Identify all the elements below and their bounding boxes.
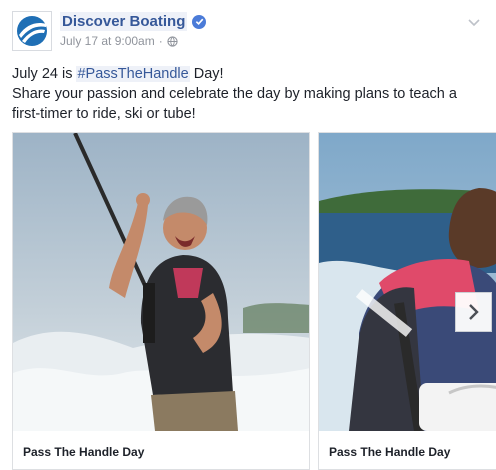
- post-message-line1: July 24 is #PassTheHandle Day!: [12, 64, 486, 84]
- meta-separator: ·: [158, 34, 163, 48]
- post-message: July 24 is #PassTheHandle Day! Share you…: [12, 64, 486, 124]
- image-carousel: Pass The Handle Day Pass The Handle Day: [12, 132, 496, 470]
- post-timestamp[interactable]: July 17 at 9:00am: [60, 34, 155, 48]
- chevron-right-icon: [468, 304, 479, 320]
- post-message-line2: Share your passion and celebrate the day…: [12, 86, 457, 122]
- post-options-chevron-down-icon[interactable]: [468, 14, 480, 32]
- globe-icon: [167, 35, 178, 47]
- message-suffix: Day!: [189, 66, 224, 82]
- facebook-post: Discover Boating July 17 at 9:00am · Jul…: [0, 0, 496, 470]
- verified-badge-icon: [192, 14, 207, 29]
- card-title[interactable]: Pass The Handle Day: [329, 445, 450, 459]
- post-meta: July 17 at 9:00am ·: [60, 34, 178, 48]
- carousel-card[interactable]: Pass The Handle Day: [12, 132, 310, 470]
- discover-boating-logo: [17, 16, 47, 46]
- card-title[interactable]: Pass The Handle Day: [23, 445, 144, 459]
- message-prefix: July 24 is: [12, 66, 77, 82]
- page-avatar[interactable]: [12, 11, 52, 51]
- boat-rider-photo[interactable]: [319, 133, 496, 431]
- page-name-link[interactable]: Discover Boating: [60, 12, 188, 31]
- hashtag-link[interactable]: #PassTheHandle: [76, 66, 190, 82]
- post-author: Discover Boating: [60, 12, 207, 31]
- wakeboarder-photo[interactable]: [13, 133, 309, 431]
- carousel-next-button[interactable]: [455, 292, 492, 332]
